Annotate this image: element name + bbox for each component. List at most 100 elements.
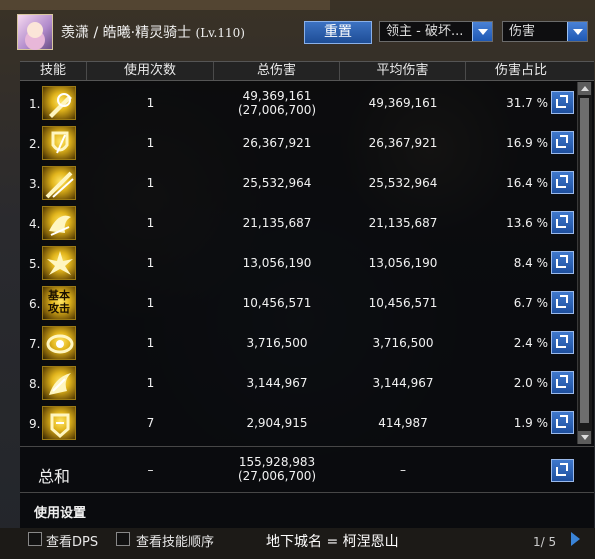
- average-damage-cell: 3,716,500: [372, 336, 434, 350]
- row-index: 2.: [29, 137, 41, 151]
- skill-damage-panel: 技能 使用次数 总伤害 平均伤害 伤害占比 1. 1 49,369,161 (27,0…: [20, 61, 594, 529]
- total-damage-cell: 3,716,500: [246, 336, 308, 350]
- damage-share-cell: 1.9 %: [513, 416, 548, 430]
- total-damage-cell: 3,144,967: [246, 376, 308, 390]
- check-dps-label: 查看DPS: [46, 535, 99, 550]
- damage-share-cell: 2.4 %: [513, 336, 548, 350]
- damage-share-cell: 2.0 %: [513, 376, 548, 390]
- average-damage-cell: 10,456,571: [368, 296, 438, 310]
- total-damage-cell: 2,904,915: [246, 416, 308, 430]
- total-label: 总和: [38, 467, 71, 486]
- scrollbar[interactable]: [577, 82, 592, 444]
- shield-bash-skill-icon: [42, 406, 76, 440]
- character-class-name: 羡潇 / 皓曦·精灵骑士: [61, 25, 192, 41]
- scroll-thumb[interactable]: [580, 98, 589, 423]
- uses-count: 1: [146, 336, 155, 350]
- damage-share-cell: 6.7 %: [513, 296, 548, 310]
- check-dps-checkbox[interactable]: [28, 532, 42, 546]
- usage-settings-tab[interactable]: 使用设置: [34, 502, 86, 521]
- burst-skill-icon: [42, 246, 76, 280]
- basic-attack-text: 基本 攻击: [48, 289, 70, 315]
- metric-select[interactable]: 伤害: [502, 21, 588, 42]
- row-index: 4.: [29, 217, 41, 231]
- share-button[interactable]: [551, 251, 574, 274]
- table-row: 8. 1 3,144,967 3,144,967 2.0 %: [20, 363, 594, 403]
- average-damage-cell: 49,369,161: [368, 96, 438, 110]
- scroll-down-button[interactable]: [578, 431, 591, 444]
- total-damage: 155,928,983: [238, 455, 316, 469]
- background-menu-strip: [0, 0, 330, 10]
- table-row: 2. 1 26,367,921 26,367,921 16.9 %: [20, 123, 594, 163]
- table-row: 4. 1 21,135,687 21,135,687 13.6 %: [20, 203, 594, 243]
- total-damage-cell: 10,456,571: [242, 296, 312, 310]
- damage-share-cell: 16.4 %: [506, 176, 548, 190]
- check-skill-order-checkbox[interactable]: [116, 532, 130, 546]
- total-damage-sub: (27,006,700): [237, 103, 317, 117]
- uses-count: 1: [146, 136, 155, 150]
- row-index: 8.: [29, 377, 41, 391]
- chevron-down-icon[interactable]: [472, 22, 492, 41]
- scroll-up-button[interactable]: [578, 82, 591, 95]
- character-name: 羡潇 / 皓曦·精灵骑士 (Lv.110): [61, 22, 245, 42]
- uses-count: 1: [146, 96, 155, 110]
- next-page-arrow-icon[interactable]: [571, 532, 580, 546]
- damage-share-cell: 31.7 %: [506, 96, 548, 110]
- share-button[interactable]: [551, 211, 574, 234]
- total-damage-cell: 13,056,190: [242, 256, 312, 270]
- total-damage-cell: 25,532,964: [242, 176, 312, 190]
- damage-share-cell: 13.6 %: [506, 216, 548, 230]
- total-damage-sub: (27,006,700): [237, 469, 317, 483]
- damage-share-cell: 8.4 %: [513, 256, 548, 270]
- chevron-down-icon[interactable]: [567, 22, 587, 41]
- uses-count: 7: [146, 416, 155, 430]
- column-total-damage: 总伤害: [214, 62, 340, 80]
- share-button[interactable]: [551, 331, 574, 354]
- average-damage-cell: 25,532,964: [368, 176, 438, 190]
- share-button[interactable]: [551, 171, 574, 194]
- average-damage-cell: 13,056,190: [368, 256, 438, 270]
- settings-bar: 使用设置: [20, 492, 594, 523]
- share-button[interactable]: [551, 291, 574, 314]
- total-damage-cell: 26,367,921: [242, 136, 312, 150]
- row-index: 9.: [29, 417, 41, 431]
- uses-count: 1: [146, 376, 155, 390]
- column-uses: 使用次数: [87, 62, 214, 80]
- total-uses: –: [147, 463, 154, 477]
- uses-count: 1: [146, 216, 155, 230]
- average-damage-cell: 21,135,687: [368, 216, 438, 230]
- row-index: 3.: [29, 177, 41, 191]
- damage-share-cell: 16.9 %: [506, 136, 548, 150]
- character-level: (Lv.110): [195, 26, 245, 40]
- uses-count: 1: [146, 176, 155, 190]
- lance-strike-skill-icon: [42, 166, 76, 200]
- dps-panel-header: 羡潇 / 皓曦·精灵骑士 (Lv.110) 重置 领主 - 破坏... 伤害: [0, 12, 595, 52]
- metric-select-value: 伤害: [509, 24, 536, 39]
- table-row: 3. 1 25,532,964 25,532,964 16.4 %: [20, 163, 594, 203]
- column-damage-share: 伤害占比: [494, 63, 547, 78]
- basic-attack-skill-icon: 基本 攻击: [42, 286, 76, 320]
- character-avatar: [17, 14, 53, 50]
- row-index: 5.: [29, 257, 41, 271]
- table-row: 6. 基本 攻击 1 10,456,571 10,456,571 6.7 %: [20, 283, 594, 323]
- target-select-value: 领主 - 破坏...: [386, 24, 464, 39]
- total-damage-cell: 21,135,687: [242, 216, 312, 230]
- table-row: 7. 1 3,716,500 3,716,500 2.4 %: [20, 323, 594, 363]
- share-button[interactable]: [551, 91, 574, 114]
- share-button[interactable]: [551, 459, 574, 482]
- total-average: –: [400, 463, 406, 477]
- target-select[interactable]: 领主 - 破坏...: [379, 21, 493, 42]
- row-index: 1.: [29, 97, 41, 111]
- dungeon-name: 地下城名 = 柯涅恩山: [266, 534, 399, 550]
- share-button[interactable]: [551, 371, 574, 394]
- rising-slash-skill-icon: [42, 366, 76, 400]
- reset-button[interactable]: 重置: [304, 21, 372, 44]
- column-skill: 技能: [20, 62, 87, 80]
- check-skill-order-label: 查看技能顺序: [136, 535, 215, 550]
- total-damage-cell: 49,369,161: [242, 89, 312, 103]
- table-row: 5. 1 13,056,190 13,056,190 8.4 %: [20, 243, 594, 283]
- flying-knight-skill-icon: [42, 206, 76, 240]
- table-header: 技能 使用次数 总伤害 平均伤害 伤害占比: [20, 61, 594, 81]
- share-button[interactable]: [551, 411, 574, 434]
- share-button[interactable]: [551, 131, 574, 154]
- shield-slash-skill-icon: [42, 126, 76, 160]
